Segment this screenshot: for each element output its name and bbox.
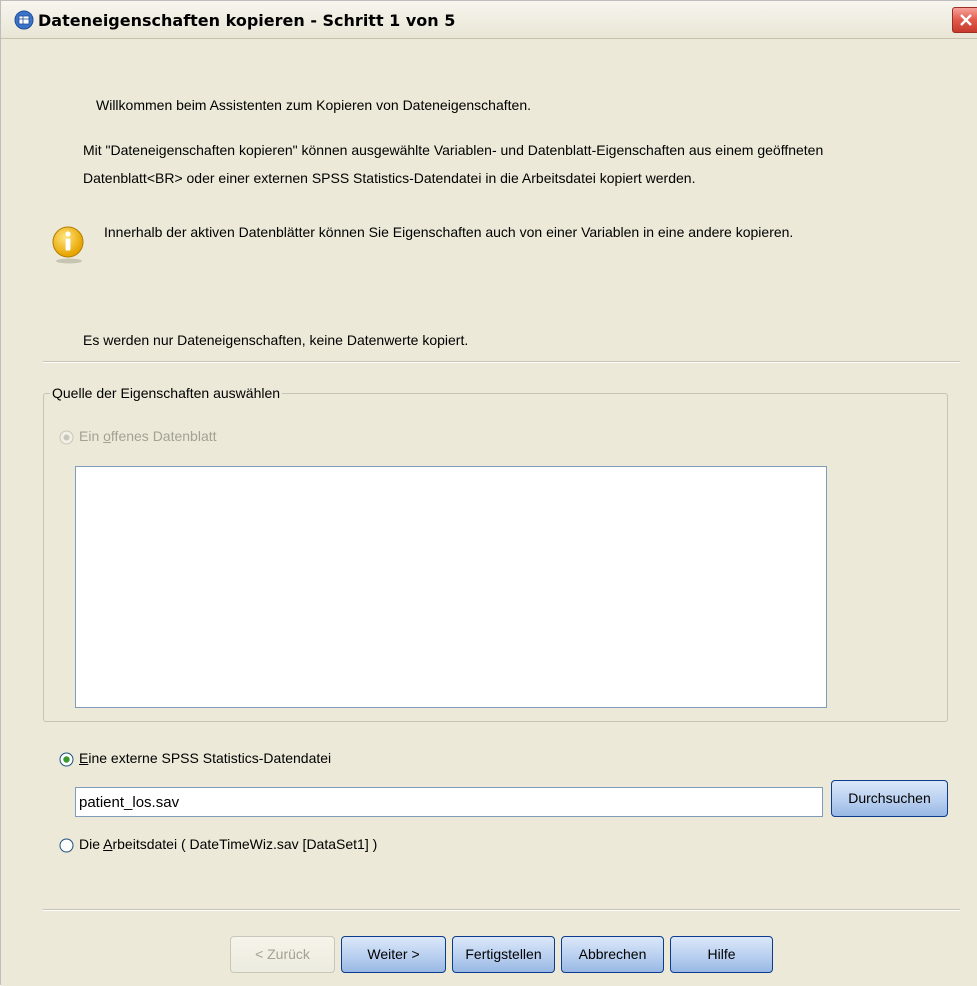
back-button[interactable]: < Zurück xyxy=(230,936,335,973)
next-button[interactable]: Weiter > xyxy=(341,936,446,973)
radio-working-file-label: Die Arbeitsdatei ( DateTimeWiz.sav [Data… xyxy=(79,836,378,852)
window-title: Dateneigenschaften kopieren - Schritt 1 … xyxy=(38,11,456,30)
close-button[interactable] xyxy=(952,7,977,33)
description-line-2: Datenblatt<BR> oder einer externen SPSS … xyxy=(83,170,696,186)
separator-top xyxy=(43,361,960,363)
info-icon xyxy=(52,226,84,264)
close-icon xyxy=(960,14,972,26)
external-file-input[interactable] xyxy=(75,787,823,817)
info-note-text: Innerhalb der aktiven Datenblätter könne… xyxy=(104,224,794,240)
spss-app-icon xyxy=(14,10,34,30)
source-group-legend: Quelle der Eigenschaften auswählen xyxy=(50,385,283,401)
radio-external-file[interactable] xyxy=(59,752,74,767)
cancel-button[interactable]: Abbrechen xyxy=(561,936,664,973)
open-datasets-listbox[interactable] xyxy=(75,466,827,708)
radio-working-file-hidden xyxy=(59,696,74,711)
browse-button[interactable]: Durchsuchen xyxy=(831,780,948,817)
radio-open-dataset[interactable] xyxy=(59,430,74,445)
separator-bottom xyxy=(43,909,960,911)
description-line-1: Mit "Dateneigenschaften kopieren" können… xyxy=(83,142,824,158)
note-text: Es werden nur Dateneigenschaften, keine … xyxy=(83,332,469,348)
radio-working-file[interactable] xyxy=(59,838,74,853)
dialog-window: Dateneigenschaften kopieren - Schritt 1 … xyxy=(0,0,977,986)
radio-open-dataset-label: Ein offenes Datenblatt xyxy=(79,428,217,444)
radio-external-file-label: Eine externe SPSS Statistics-Datendatei xyxy=(79,750,332,766)
title-bar: Dateneigenschaften kopieren - Schritt 1 … xyxy=(1,1,977,39)
welcome-text: Willkommen beim Assistenten zum Kopieren… xyxy=(96,97,531,113)
help-button[interactable]: Hilfe xyxy=(670,936,773,973)
finish-button[interactable]: Fertigstellen xyxy=(452,936,555,973)
